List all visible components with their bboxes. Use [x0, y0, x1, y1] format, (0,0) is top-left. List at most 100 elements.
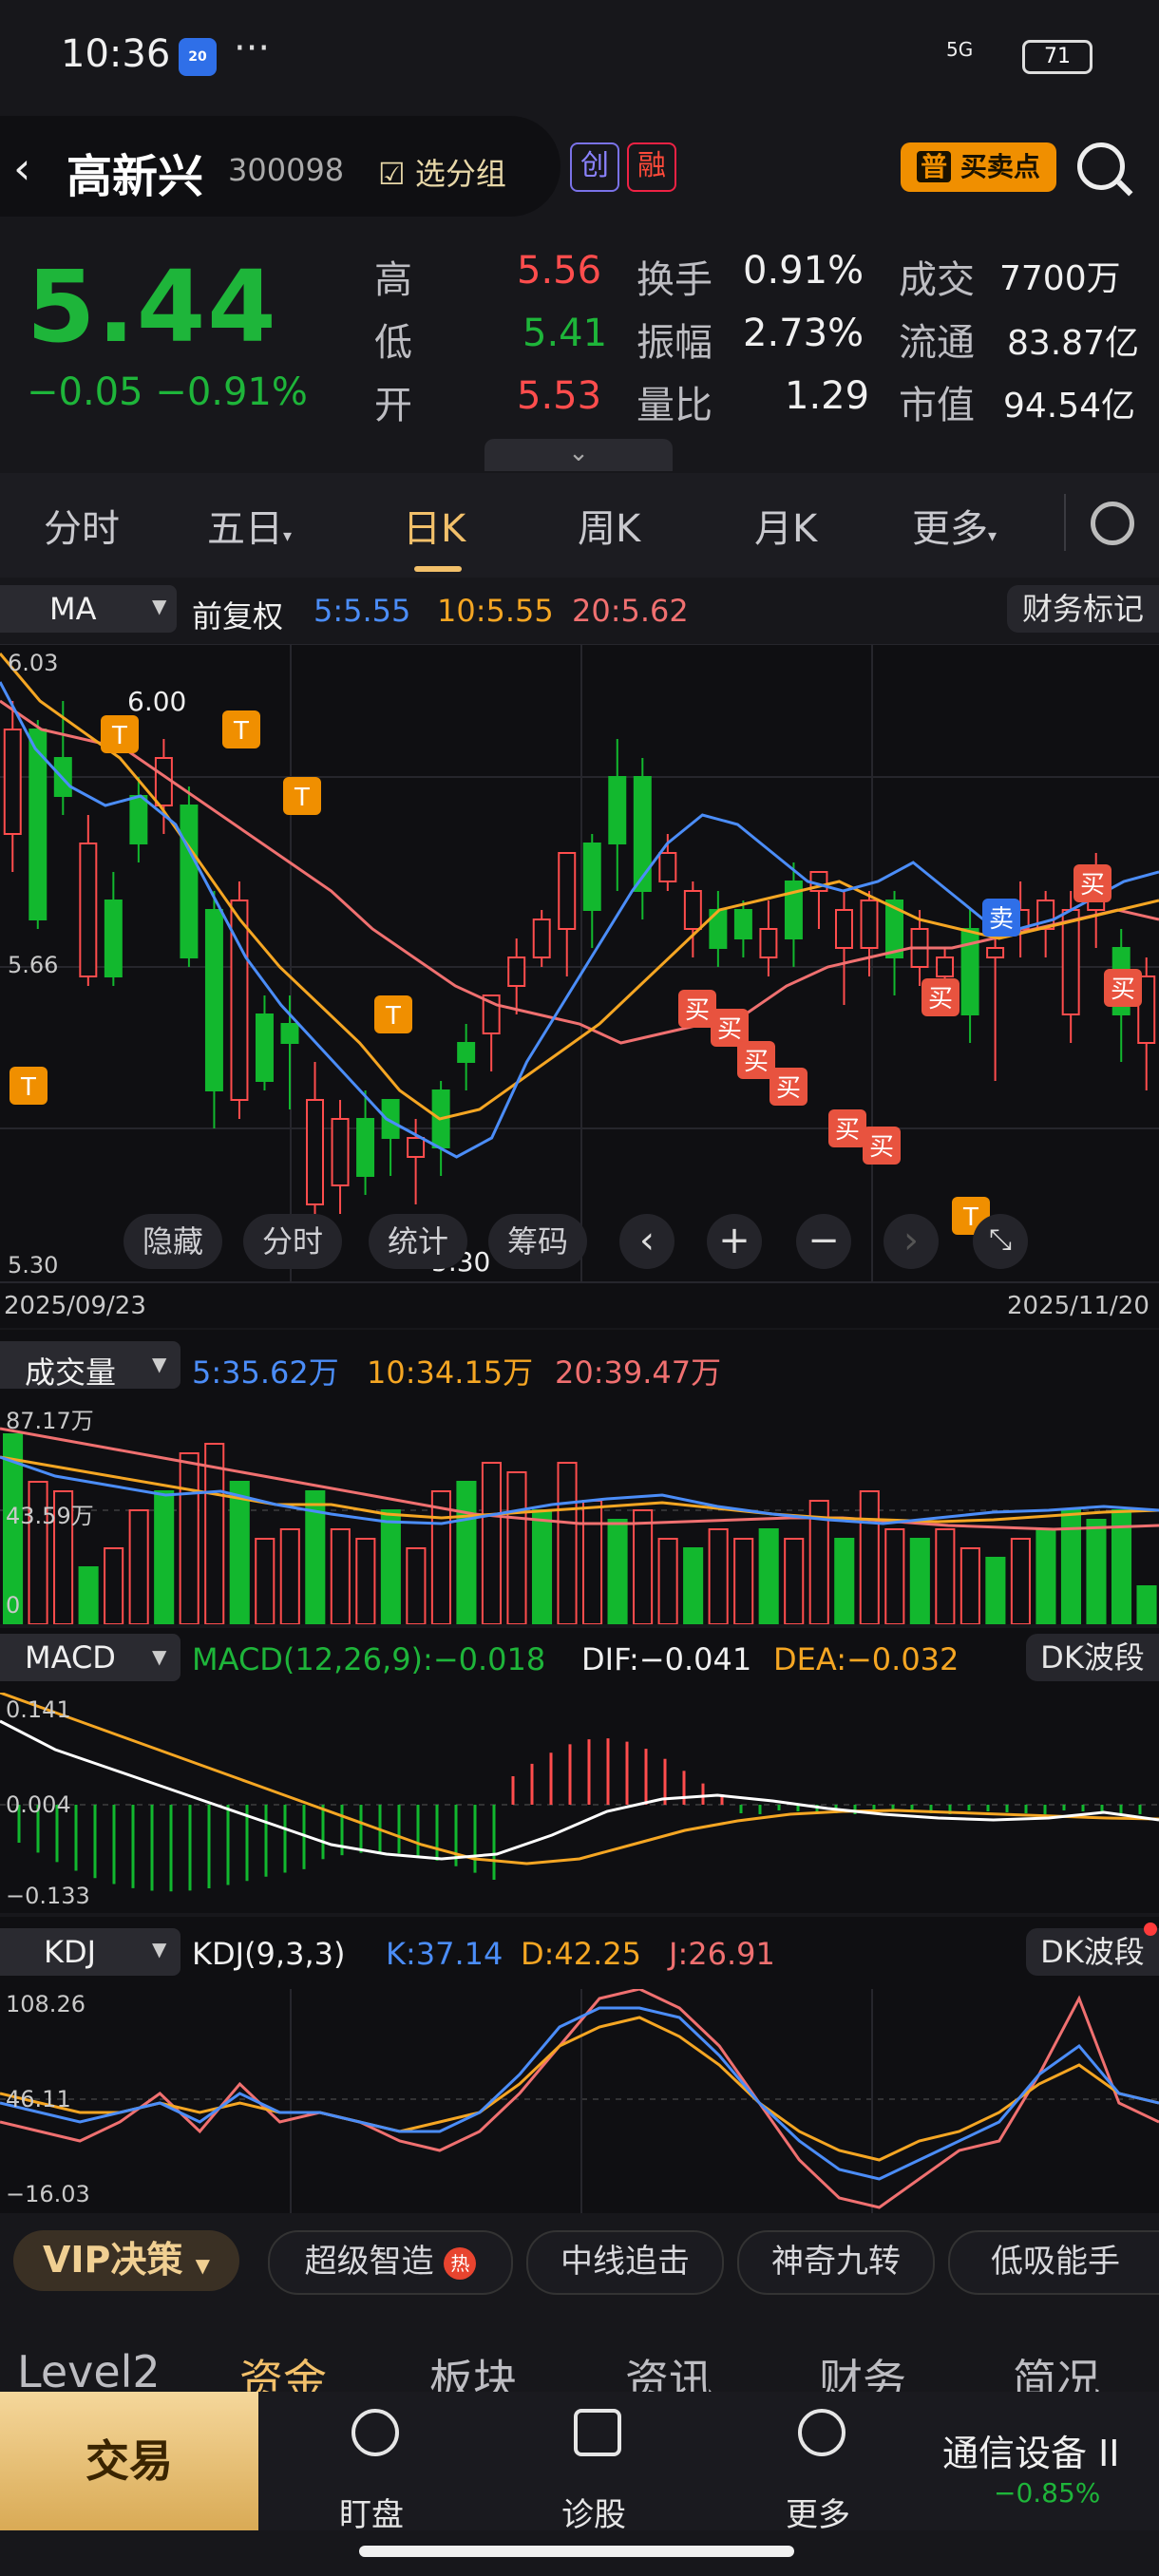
volume-ratio-label: 量比	[636, 384, 712, 427]
t-marker[interactable]: T	[222, 710, 260, 748]
volume-bar	[859, 1490, 880, 1624]
trade-button[interactable]: 交易	[0, 2392, 258, 2530]
scroll-right-icon[interactable]: ›	[884, 1214, 939, 1269]
candle-body	[759, 928, 778, 958]
chinext-badge[interactable]: 创	[570, 142, 619, 192]
signal-icon: 5G	[946, 38, 974, 61]
nav-diagnose[interactable]: 诊股	[532, 2489, 656, 2535]
volume-y-mid: 43.59万	[6, 1503, 94, 1529]
volume-bar	[506, 1471, 527, 1624]
price-change: −0.05 −0.91%	[27, 370, 308, 414]
candle-body	[1061, 909, 1080, 1015]
volume-bar	[355, 1538, 376, 1624]
chips-button[interactable]: 筹码	[488, 1214, 587, 1269]
notification-app-icon: 20	[179, 38, 217, 76]
candle-body	[255, 1013, 274, 1082]
watch-icon[interactable]	[352, 2409, 399, 2456]
kline-y-mid: 5.66	[8, 952, 59, 978]
vip-decision-button[interactable]: VIP决策 ▼	[13, 2230, 239, 2291]
chip-low-buy[interactable]: 低吸能手	[948, 2230, 1159, 2295]
candles	[3, 701, 1156, 1223]
buy-marker[interactable]: 买	[1074, 864, 1112, 902]
volume-bar	[255, 1538, 276, 1624]
t-marker-label: T	[294, 784, 310, 812]
search-icon[interactable]	[1077, 142, 1125, 190]
home-indicator[interactable]	[359, 2546, 794, 2557]
tab-monthly-k[interactable]: 月K	[754, 498, 817, 553]
tab-intraday[interactable]: 分时	[44, 498, 120, 553]
t-marker-label: T	[385, 1002, 401, 1031]
adjust-mode[interactable]: 前复权	[192, 593, 283, 636]
statistics-button[interactable]: 统计	[369, 1214, 467, 1269]
tab-five-day[interactable]: 五日▾	[207, 498, 292, 553]
t-marker[interactable]: T	[10, 1067, 48, 1105]
t-marker[interactable]: T	[374, 995, 412, 1033]
candle-body	[532, 919, 551, 958]
fullscreen-icon[interactable]: ⤡	[973, 1214, 1028, 1269]
hot-icon: 热	[444, 2246, 477, 2280]
volume-bar	[279, 1528, 300, 1624]
kdj-wave-button[interactable]: DK波段	[1026, 1928, 1159, 1976]
t-marker[interactable]: T	[101, 715, 139, 753]
candle-body	[582, 843, 601, 911]
nav-watch[interactable]: 盯盘	[310, 2489, 433, 2535]
margin-badge[interactable]: 融	[627, 142, 676, 192]
macd-chart	[0, 1693, 1159, 1892]
more-icon[interactable]	[798, 2409, 846, 2456]
select-group-button[interactable]: ☑ 选分组	[378, 150, 506, 194]
hide-button[interactable]: 隐藏	[124, 1214, 222, 1269]
open-label: 开	[374, 384, 412, 427]
volume-bar	[104, 1547, 124, 1624]
tab-more[interactable]: 更多▾	[912, 498, 997, 553]
nav-more[interactable]: 更多	[756, 2489, 880, 2535]
buy-marker[interactable]: 买	[1104, 969, 1142, 1007]
kdj-y-mid: 46.11	[6, 2086, 71, 2112]
volume-bar	[154, 1490, 175, 1624]
buy-sell-point-button[interactable]: 普 买卖点	[901, 142, 1056, 192]
tab-daily-k[interactable]: 日K	[403, 498, 466, 553]
zoom-out-icon[interactable]: −	[796, 1214, 851, 1269]
volume-y-bottom: 0	[6, 1592, 21, 1619]
macd-wave-button[interactable]: DK波段	[1026, 1634, 1159, 1681]
amplitude-label: 振幅	[636, 321, 712, 365]
buy-marker[interactable]: 买	[863, 1127, 901, 1165]
t-marker[interactable]: T	[283, 777, 321, 815]
candle-body	[129, 795, 148, 844]
candle-body	[180, 805, 199, 958]
buy-marker[interactable]: 买	[828, 1109, 866, 1147]
kdj-d: D:42.25	[521, 1936, 642, 1972]
sector-name[interactable]: 通信设备 II	[942, 2424, 1159, 2476]
scroll-left-icon[interactable]: ‹	[619, 1214, 674, 1269]
expand-chevron-icon[interactable]: ⌄	[484, 439, 673, 471]
kdj-j: J:26.91	[669, 1936, 775, 1972]
candle-body	[356, 1118, 375, 1177]
intraday-button[interactable]: 分时	[243, 1214, 342, 1269]
stock-code: 300098	[228, 152, 345, 188]
tab-weekly-k[interactable]: 周K	[578, 498, 640, 553]
k-line	[0, 2006, 1159, 2181]
volume-ma5: 5:35.62万	[192, 1354, 339, 1391]
buy-marker[interactable]: 买	[770, 1068, 808, 1106]
candle-body	[79, 843, 98, 977]
chip-magic-nine[interactable]: 神奇九转	[737, 2230, 935, 2295]
float-cap-label: 流通	[899, 321, 975, 365]
zoom-in-icon[interactable]: +	[707, 1214, 762, 1269]
gear-icon[interactable]	[1091, 502, 1134, 545]
finance-marker-button[interactable]: 财务标记	[1007, 585, 1159, 633]
t-marker-label: T	[233, 717, 249, 746]
ma20-line	[0, 699, 1159, 1045]
buy-marker-label: 买	[717, 1015, 742, 1044]
subtab-level2[interactable]: Level2	[17, 2346, 161, 2397]
candle-body	[306, 1099, 325, 1205]
chip-midline-chase[interactable]: 中线追击	[526, 2230, 724, 2295]
sell-marker[interactable]: 卖	[982, 899, 1020, 937]
back-chevron-icon[interactable]: ‹	[13, 142, 30, 194]
diagnose-icon[interactable]	[574, 2409, 621, 2456]
volume-bar	[985, 1557, 1006, 1624]
buy-marker[interactable]: 买	[922, 978, 960, 1016]
d-line	[0, 2016, 1159, 2162]
buy-marker-label: 买	[835, 1116, 860, 1145]
kdj-params: KDJ(9,3,3)	[192, 1936, 346, 1972]
buy-marker-label: 买	[928, 985, 953, 1013]
chip-super-manufacture[interactable]: 超级智造 热	[268, 2230, 513, 2295]
